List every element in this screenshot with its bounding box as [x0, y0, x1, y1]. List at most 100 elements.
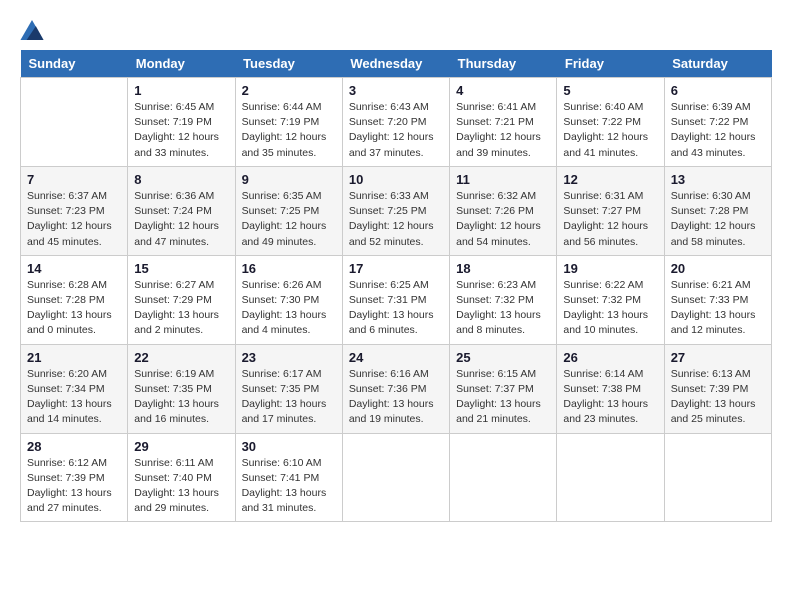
day-info: Sunrise: 6:13 AM Sunset: 7:39 PM Dayligh… [671, 367, 765, 428]
day-number: 15 [134, 261, 228, 276]
calendar-cell: 13 Sunrise: 6:30 AM Sunset: 7:28 PM Dayli… [664, 166, 771, 255]
day-number: 22 [134, 350, 228, 365]
weekday-header-friday: Friday [557, 50, 664, 78]
calendar-cell: 20 Sunrise: 6:21 AM Sunset: 7:33 PM Dayli… [664, 255, 771, 344]
calendar-cell [557, 433, 664, 522]
calendar-cell: 4 Sunrise: 6:41 AM Sunset: 7:21 PM Daylig… [450, 78, 557, 167]
day-number: 18 [456, 261, 550, 276]
day-info: Sunrise: 6:37 AM Sunset: 7:23 PM Dayligh… [27, 189, 121, 250]
day-info: Sunrise: 6:35 AM Sunset: 7:25 PM Dayligh… [242, 189, 336, 250]
day-info: Sunrise: 6:45 AM Sunset: 7:19 PM Dayligh… [134, 100, 228, 161]
calendar-header: SundayMondayTuesdayWednesdayThursdayFrid… [21, 50, 772, 78]
day-number: 17 [349, 261, 443, 276]
day-number: 12 [563, 172, 657, 187]
day-number: 21 [27, 350, 121, 365]
day-info: Sunrise: 6:20 AM Sunset: 7:34 PM Dayligh… [27, 367, 121, 428]
day-number: 20 [671, 261, 765, 276]
page-header [20, 20, 772, 40]
day-number: 13 [671, 172, 765, 187]
day-info: Sunrise: 6:30 AM Sunset: 7:28 PM Dayligh… [671, 189, 765, 250]
day-info: Sunrise: 6:33 AM Sunset: 7:25 PM Dayligh… [349, 189, 443, 250]
day-info: Sunrise: 6:32 AM Sunset: 7:26 PM Dayligh… [456, 189, 550, 250]
calendar-cell: 27 Sunrise: 6:13 AM Sunset: 7:39 PM Dayli… [664, 344, 771, 433]
calendar-cell: 9Sunrise: 6:35 AM Sunset: 7:25 PM Daylig… [235, 166, 342, 255]
day-info: Sunrise: 6:17 AM Sunset: 7:35 PM Dayligh… [242, 367, 336, 428]
day-number: 28 [27, 439, 121, 454]
calendar-cell [342, 433, 449, 522]
calendar-cell: 28 Sunrise: 6:12 AM Sunset: 7:39 PM Dayli… [21, 433, 128, 522]
calendar-cell [450, 433, 557, 522]
day-number: 10 [349, 172, 443, 187]
day-info: Sunrise: 6:43 AM Sunset: 7:20 PM Dayligh… [349, 100, 443, 161]
day-number: 27 [671, 350, 765, 365]
calendar-cell: 8 Sunrise: 6:36 AM Sunset: 7:24 PM Daylig… [128, 166, 235, 255]
weekday-header-wednesday: Wednesday [342, 50, 449, 78]
calendar-cell: 30 Sunrise: 6:10 AM Sunset: 7:41 PM Dayli… [235, 433, 342, 522]
day-info: Sunrise: 6:39 AM Sunset: 7:22 PM Dayligh… [671, 100, 765, 161]
day-info: Sunrise: 6:15 AM Sunset: 7:37 PM Dayligh… [456, 367, 550, 428]
calendar-cell: 14Sunrise: 6:28 AM Sunset: 7:28 PM Dayli… [21, 255, 128, 344]
calendar-cell: 5 Sunrise: 6:40 AM Sunset: 7:22 PM Daylig… [557, 78, 664, 167]
calendar-cell [21, 78, 128, 167]
day-info: Sunrise: 6:16 AM Sunset: 7:36 PM Dayligh… [349, 367, 443, 428]
calendar-cell: 11Sunrise: 6:32 AM Sunset: 7:26 PM Dayli… [450, 166, 557, 255]
day-info: Sunrise: 6:40 AM Sunset: 7:22 PM Dayligh… [563, 100, 657, 161]
calendar-cell: 17 Sunrise: 6:25 AM Sunset: 7:31 PM Dayli… [342, 255, 449, 344]
calendar-cell: 2 Sunrise: 6:44 AM Sunset: 7:19 PM Daylig… [235, 78, 342, 167]
day-number: 2 [242, 83, 336, 98]
day-number: 25 [456, 350, 550, 365]
day-number: 1 [134, 83, 228, 98]
calendar-cell: 1 Sunrise: 6:45 AM Sunset: 7:19 PM Daylig… [128, 78, 235, 167]
day-number: 19 [563, 261, 657, 276]
day-info: Sunrise: 6:36 AM Sunset: 7:24 PM Dayligh… [134, 189, 228, 250]
day-number: 24 [349, 350, 443, 365]
calendar-table: SundayMondayTuesdayWednesdayThursdayFrid… [20, 50, 772, 522]
day-number: 30 [242, 439, 336, 454]
calendar-cell: 18 Sunrise: 6:23 AM Sunset: 7:32 PM Dayli… [450, 255, 557, 344]
calendar-cell: 19 Sunrise: 6:22 AM Sunset: 7:32 PM Dayli… [557, 255, 664, 344]
day-info: Sunrise: 6:31 AM Sunset: 7:27 PM Dayligh… [563, 189, 657, 250]
calendar-cell: 22 Sunrise: 6:19 AM Sunset: 7:35 PM Dayli… [128, 344, 235, 433]
calendar-cell: 26 Sunrise: 6:14 AM Sunset: 7:38 PM Dayli… [557, 344, 664, 433]
day-info: Sunrise: 6:23 AM Sunset: 7:32 PM Dayligh… [456, 278, 550, 339]
day-number: 4 [456, 83, 550, 98]
day-info: Sunrise: 6:26 AM Sunset: 7:30 PM Dayligh… [242, 278, 336, 339]
calendar-cell: 7Sunrise: 6:37 AM Sunset: 7:23 PM Daylig… [21, 166, 128, 255]
day-info: Sunrise: 6:11 AM Sunset: 7:40 PM Dayligh… [134, 456, 228, 517]
day-number: 26 [563, 350, 657, 365]
day-info: Sunrise: 6:25 AM Sunset: 7:31 PM Dayligh… [349, 278, 443, 339]
calendar-cell: 16 Sunrise: 6:26 AM Sunset: 7:30 PM Dayli… [235, 255, 342, 344]
day-number: 6 [671, 83, 765, 98]
calendar-cell: 6 Sunrise: 6:39 AM Sunset: 7:22 PM Daylig… [664, 78, 771, 167]
day-info: Sunrise: 6:10 AM Sunset: 7:41 PM Dayligh… [242, 456, 336, 517]
day-number: 3 [349, 83, 443, 98]
day-info: Sunrise: 6:14 AM Sunset: 7:38 PM Dayligh… [563, 367, 657, 428]
day-number: 5 [563, 83, 657, 98]
day-info: Sunrise: 6:21 AM Sunset: 7:33 PM Dayligh… [671, 278, 765, 339]
logo [20, 20, 48, 40]
weekday-header-tuesday: Tuesday [235, 50, 342, 78]
weekday-header-monday: Monday [128, 50, 235, 78]
calendar-cell: 29 Sunrise: 6:11 AM Sunset: 7:40 PM Dayli… [128, 433, 235, 522]
day-number: 14 [27, 261, 121, 276]
day-info: Sunrise: 6:19 AM Sunset: 7:35 PM Dayligh… [134, 367, 228, 428]
day-number: 8 [134, 172, 228, 187]
calendar-cell: 3 Sunrise: 6:43 AM Sunset: 7:20 PM Daylig… [342, 78, 449, 167]
day-info: Sunrise: 6:12 AM Sunset: 7:39 PM Dayligh… [27, 456, 121, 517]
weekday-header-saturday: Saturday [664, 50, 771, 78]
calendar-cell: 10 Sunrise: 6:33 AM Sunset: 7:25 PM Dayli… [342, 166, 449, 255]
logo-icon [20, 20, 44, 40]
day-info: Sunrise: 6:44 AM Sunset: 7:19 PM Dayligh… [242, 100, 336, 161]
day-info: Sunrise: 6:41 AM Sunset: 7:21 PM Dayligh… [456, 100, 550, 161]
calendar-cell: 23 Sunrise: 6:17 AM Sunset: 7:35 PM Dayli… [235, 344, 342, 433]
calendar-cell: 25 Sunrise: 6:15 AM Sunset: 7:37 PM Dayli… [450, 344, 557, 433]
calendar-cell: 12 Sunrise: 6:31 AM Sunset: 7:27 PM Dayli… [557, 166, 664, 255]
calendar-cell: 24 Sunrise: 6:16 AM Sunset: 7:36 PM Dayli… [342, 344, 449, 433]
day-info: Sunrise: 6:22 AM Sunset: 7:32 PM Dayligh… [563, 278, 657, 339]
calendar-cell: 15Sunrise: 6:27 AM Sunset: 7:29 PM Dayli… [128, 255, 235, 344]
day-number: 16 [242, 261, 336, 276]
day-number: 29 [134, 439, 228, 454]
calendar-cell [664, 433, 771, 522]
weekday-header-thursday: Thursday [450, 50, 557, 78]
day-number: 23 [242, 350, 336, 365]
